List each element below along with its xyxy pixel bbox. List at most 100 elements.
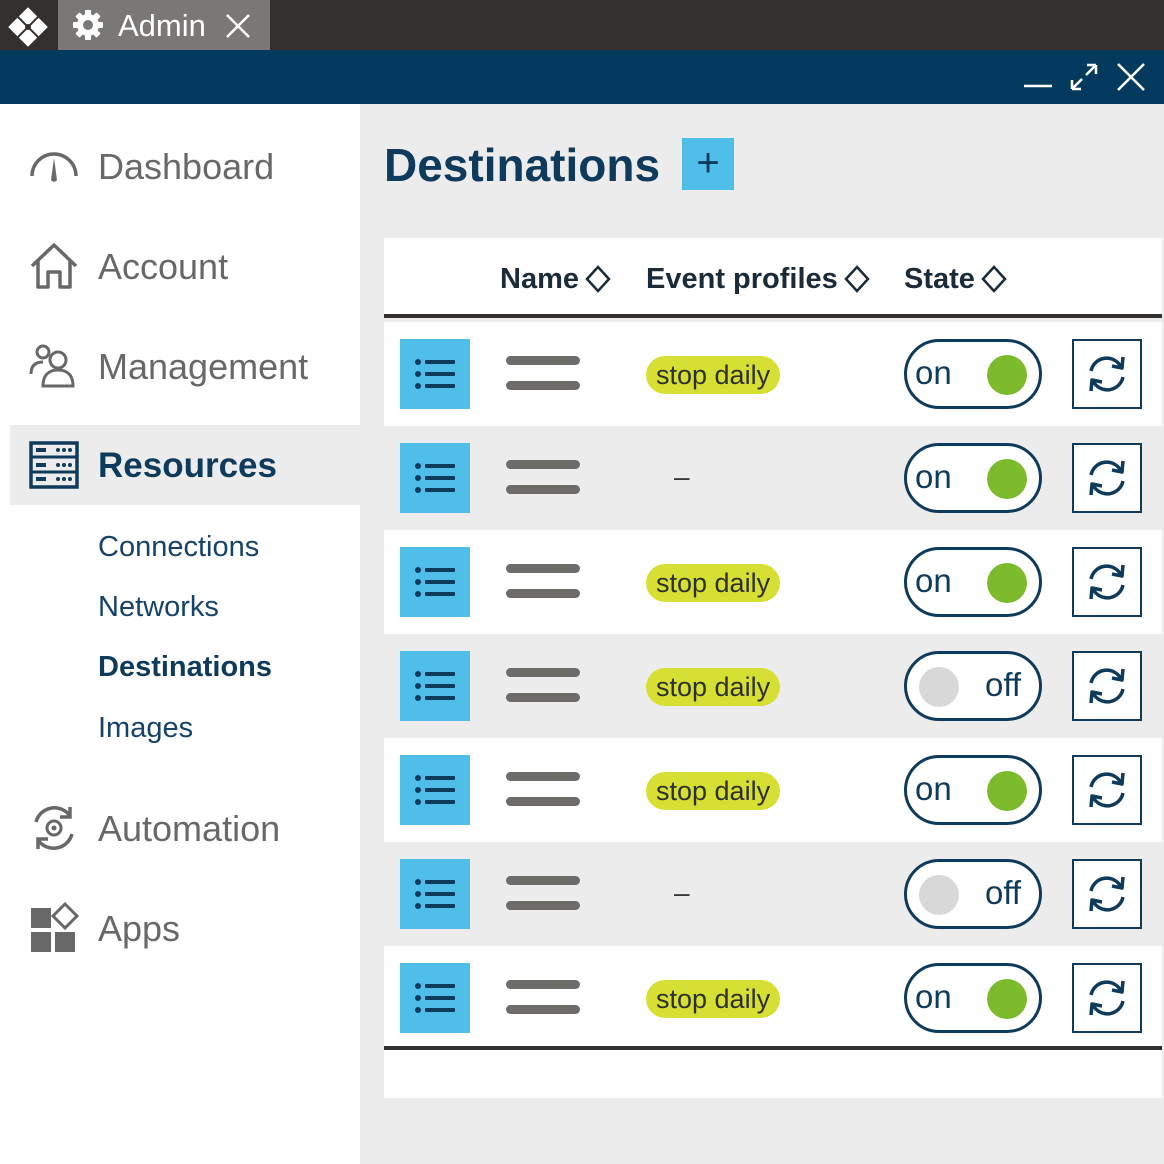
refresh-button[interactable] — [1072, 443, 1142, 513]
state-label: on — [915, 770, 952, 807]
details-button[interactable] — [400, 547, 470, 617]
state-toggle[interactable]: on — [904, 755, 1042, 825]
refresh-button[interactable] — [1072, 963, 1142, 1033]
refresh-button[interactable] — [1072, 651, 1142, 721]
toggle-knob — [919, 667, 959, 707]
state-toggle[interactable]: on — [904, 339, 1042, 409]
event-profile-badge: stop daily — [646, 668, 781, 706]
column-header-event-profiles[interactable]: Event profiles — [646, 262, 870, 296]
column-header-state[interactable]: State — [904, 262, 1007, 296]
refresh-icon — [1089, 980, 1125, 1016]
sidebar-subitem-images[interactable]: Images — [98, 711, 193, 745]
toggle-knob — [987, 459, 1027, 499]
sort-icon — [981, 265, 1007, 293]
add-destination-button[interactable]: + — [682, 138, 734, 190]
server-icon — [29, 441, 79, 489]
minimize-icon[interactable] — [1020, 59, 1056, 95]
state-label: off — [985, 874, 1022, 911]
state-toggle[interactable]: on — [904, 963, 1042, 1033]
sidebar-item-resources[interactable]: Resources — [10, 425, 360, 505]
app-logo-icon[interactable] — [8, 7, 48, 47]
refresh-button[interactable] — [1072, 755, 1142, 825]
list-icon — [415, 567, 455, 597]
table-row: stop daily on — [384, 946, 1162, 1050]
tab-admin[interactable]: Admin — [58, 0, 270, 50]
gear-cycle-icon — [34, 806, 74, 850]
page-title: Destinations — [384, 139, 661, 191]
refresh-icon — [1089, 876, 1125, 912]
details-button[interactable] — [400, 651, 470, 721]
event-profile-empty: – — [674, 461, 690, 492]
sidebar-subitem-connections[interactable]: Connections — [98, 530, 259, 564]
sidebar-item-label: Account — [98, 246, 229, 287]
sidebar-subitem-networks[interactable]: Networks — [98, 590, 219, 624]
close-icon[interactable] — [224, 12, 252, 40]
table-row: stop daily on — [384, 738, 1162, 842]
toggle-knob — [987, 771, 1027, 811]
sidebar-item-account[interactable]: Account — [10, 226, 360, 306]
sidebar-item-label: Automation — [98, 808, 281, 849]
event-profile-badge: stop daily — [646, 772, 781, 810]
gear-icon — [73, 10, 103, 40]
details-button[interactable] — [400, 963, 470, 1033]
list-icon — [415, 775, 455, 805]
sidebar-item-label: Apps — [98, 908, 181, 949]
refresh-icon — [1089, 772, 1125, 808]
event-profile-badge: stop daily — [646, 564, 781, 602]
state-toggle[interactable]: off — [904, 651, 1042, 721]
sidebar-item-label: Dashboard — [98, 146, 275, 187]
sidebar-item-automation[interactable]: Automation — [10, 788, 360, 868]
column-label: State — [904, 263, 975, 295]
sidebar-item-apps[interactable]: Apps — [10, 888, 360, 968]
state-label: off — [985, 666, 1022, 703]
toggle-knob — [987, 979, 1027, 1019]
details-button[interactable] — [400, 755, 470, 825]
state-toggle[interactable]: off — [904, 859, 1042, 929]
toggle-knob — [987, 563, 1027, 603]
sidebar-item-management[interactable]: Management — [10, 326, 360, 406]
state-toggle[interactable]: on — [904, 547, 1042, 617]
refresh-button[interactable] — [1072, 859, 1142, 929]
state-label: on — [915, 562, 952, 599]
sidebar-item-dashboard[interactable]: Dashboard — [10, 126, 360, 206]
name-redacted — [506, 564, 580, 600]
toggle-knob — [919, 875, 959, 915]
tab-label: Admin — [118, 8, 206, 43]
state-label: on — [915, 978, 952, 1015]
window-title-bar — [0, 50, 1164, 104]
house-icon — [30, 243, 78, 289]
state-toggle[interactable]: on — [904, 443, 1042, 513]
list-icon — [415, 359, 455, 389]
sidebar-item-label: Management — [98, 346, 309, 387]
table-row: stop daily on — [384, 530, 1162, 634]
tab-bar: Admin — [0, 0, 1164, 50]
maximize-icon[interactable] — [1066, 59, 1102, 95]
event-profile-badge: stop daily — [646, 356, 781, 394]
apps-icon — [31, 902, 80, 952]
table-row: – on — [384, 426, 1162, 530]
close-window-icon[interactable] — [1113, 59, 1149, 95]
list-icon — [415, 463, 455, 493]
refresh-button[interactable] — [1072, 547, 1142, 617]
details-button[interactable] — [400, 859, 470, 929]
column-label: Event profiles — [646, 263, 838, 295]
refresh-button[interactable] — [1072, 339, 1142, 409]
details-button[interactable] — [400, 443, 470, 513]
refresh-icon — [1089, 668, 1125, 704]
name-redacted — [506, 876, 580, 912]
name-redacted — [506, 980, 580, 1016]
main-content: Destinations + Name Event profiles State — [360, 104, 1164, 1164]
sidebar: Dashboard Account Management Resources C… — [0, 104, 360, 1164]
list-icon — [415, 879, 455, 909]
column-header-name[interactable]: Name — [500, 262, 611, 296]
sidebar-item-label: Resources — [98, 446, 277, 485]
table-header: Name Event profiles State — [384, 238, 1162, 318]
refresh-icon — [1089, 460, 1125, 496]
details-button[interactable] — [400, 339, 470, 409]
sidebar-subitem-destinations[interactable]: Destinations — [98, 650, 272, 684]
sort-icon — [585, 265, 611, 293]
event-profile-badge: stop daily — [646, 980, 781, 1018]
name-redacted — [506, 772, 580, 808]
list-icon — [415, 983, 455, 1013]
table-footer — [384, 1046, 1162, 1098]
